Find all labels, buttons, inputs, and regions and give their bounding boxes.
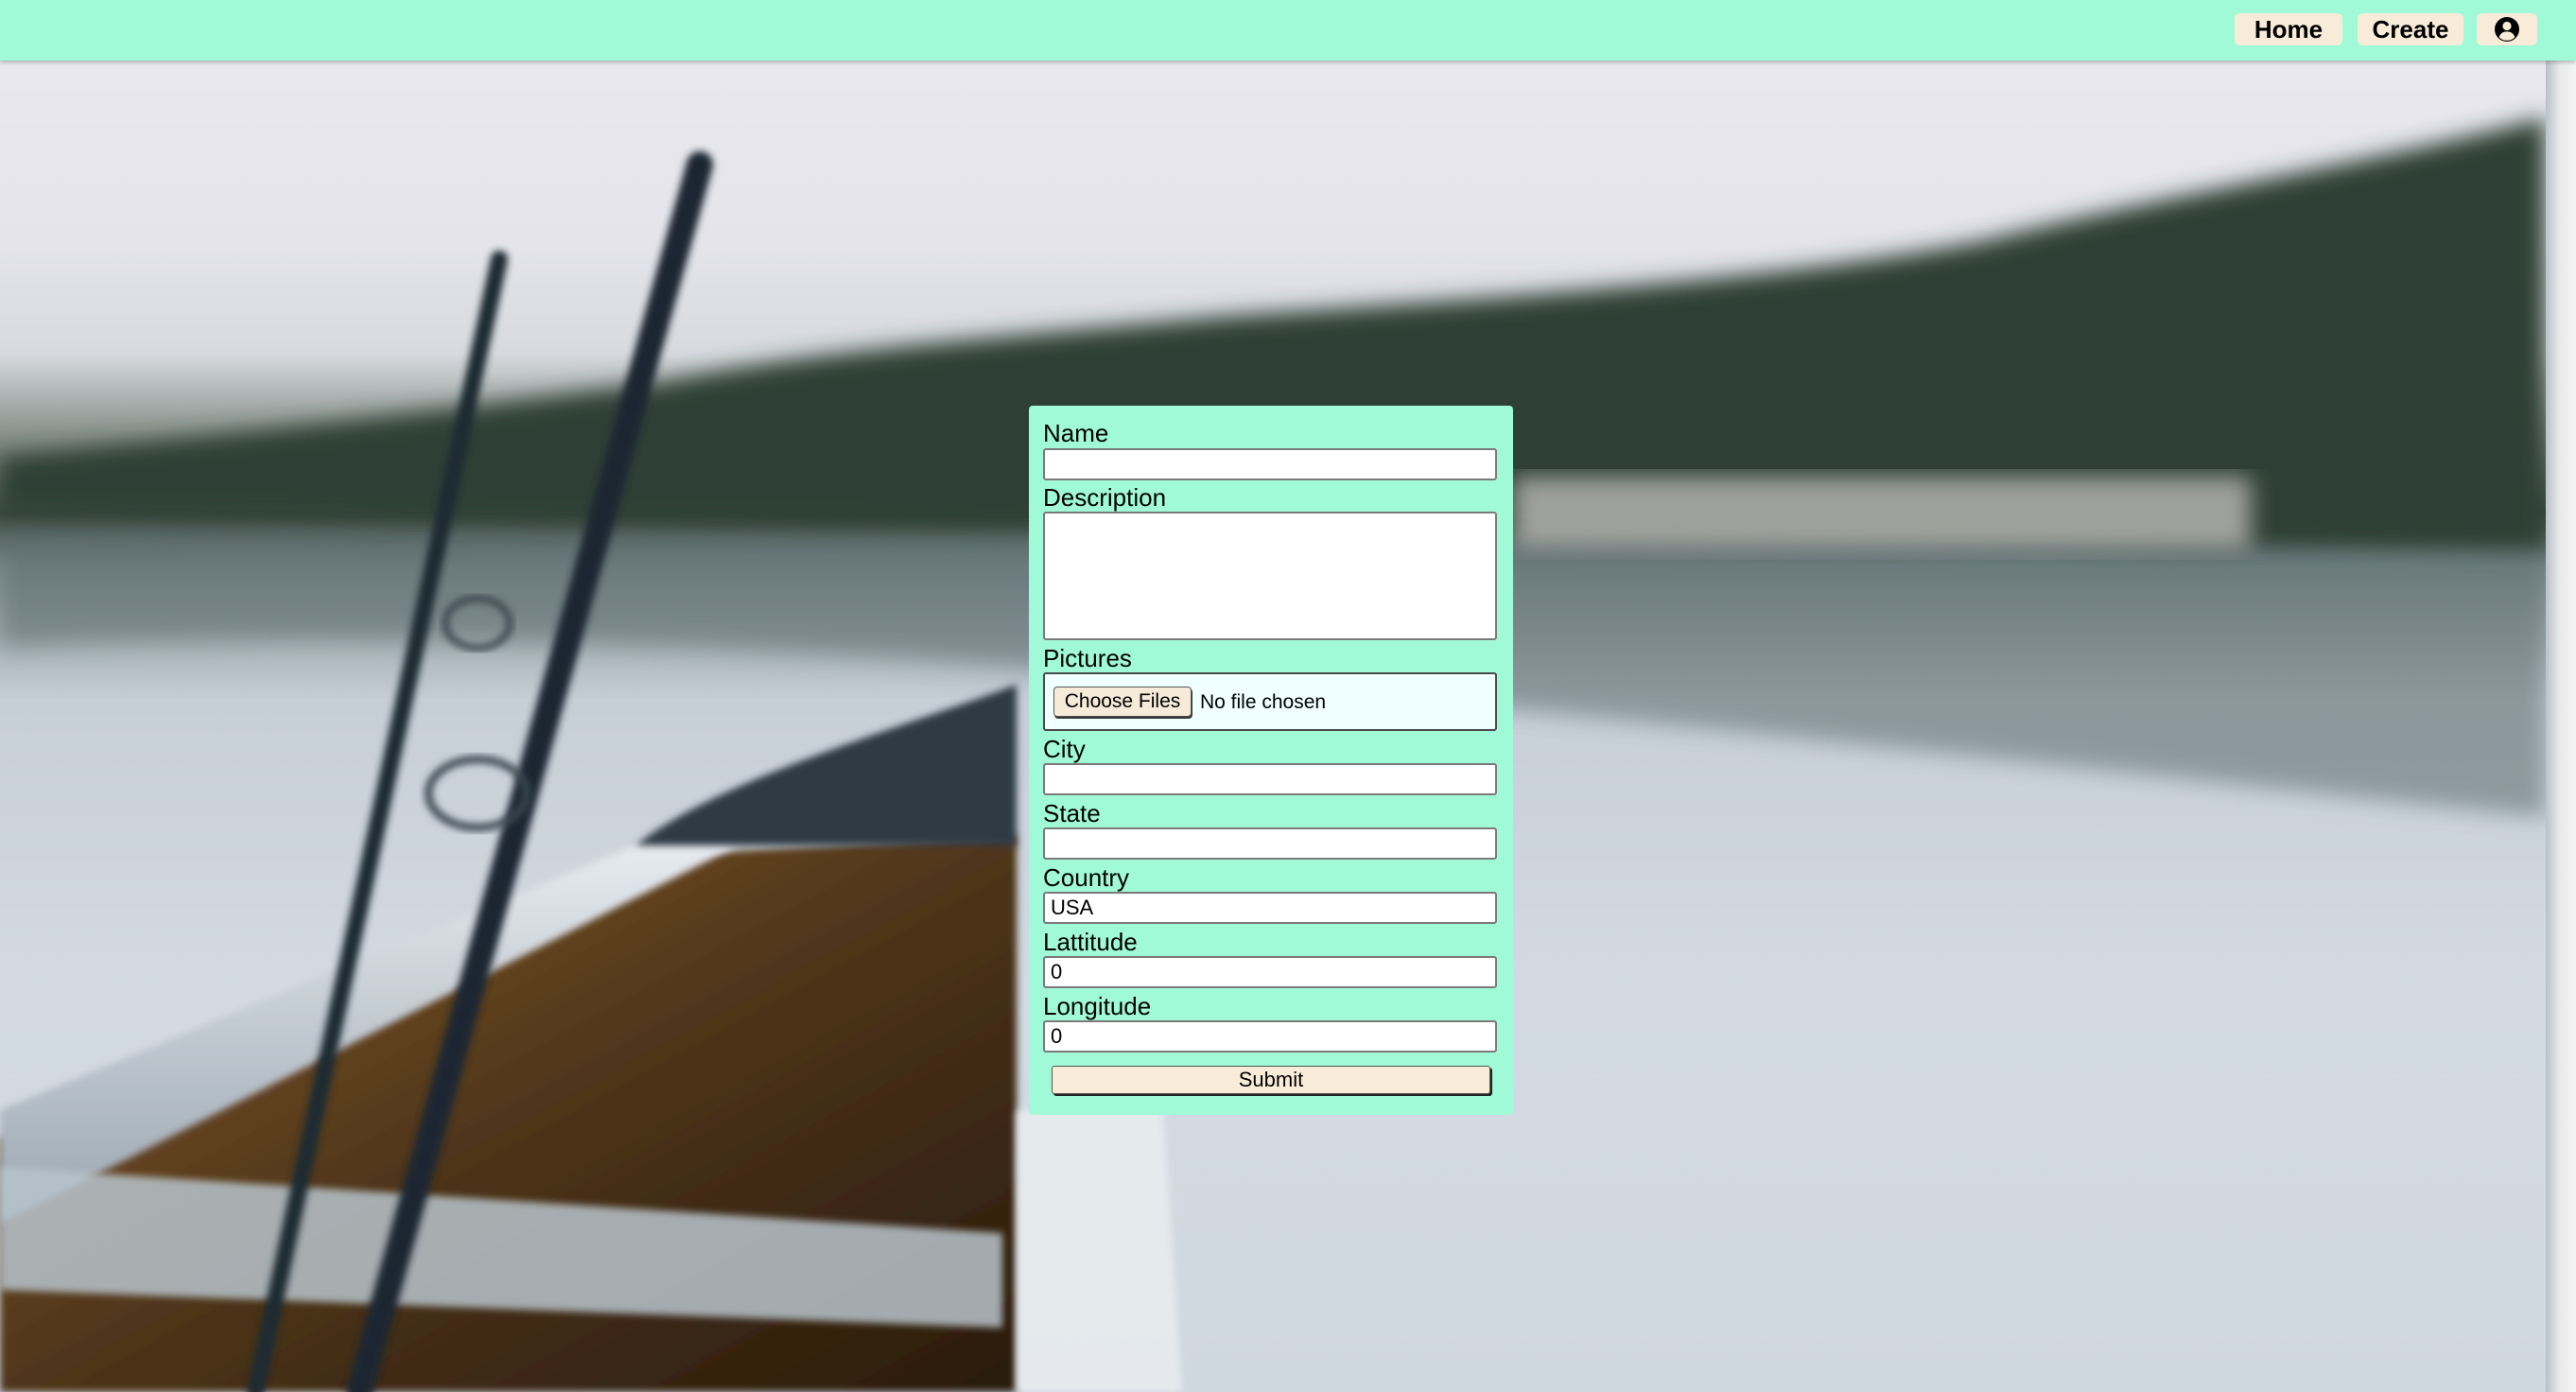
submit-button[interactable]: Submit bbox=[1052, 1066, 1490, 1094]
city-input[interactable] bbox=[1043, 763, 1497, 795]
create-button[interactable]: Create bbox=[2358, 13, 2463, 45]
top-navbar: Home Create bbox=[0, 0, 2576, 61]
country-input[interactable] bbox=[1043, 892, 1497, 924]
home-button[interactable]: Home bbox=[2235, 13, 2342, 45]
country-label: Country bbox=[1043, 863, 1130, 892]
description-label: Description bbox=[1043, 483, 1167, 512]
latitude-label: Lattitude bbox=[1043, 928, 1138, 956]
longitude-input[interactable] bbox=[1043, 1020, 1497, 1053]
choose-files-button[interactable]: Choose Files bbox=[1053, 687, 1192, 717]
state-label: State bbox=[1043, 799, 1101, 827]
pictures-label: Pictures bbox=[1043, 644, 1132, 672]
user-circle-icon bbox=[2495, 17, 2519, 42]
description-textarea[interactable] bbox=[1043, 512, 1497, 640]
create-spot-form: Name Description Pictures Choose Files N… bbox=[1029, 406, 1513, 1115]
state-input[interactable] bbox=[1043, 827, 1497, 860]
longitude-label: Longitude bbox=[1043, 992, 1152, 1020]
latitude-input[interactable] bbox=[1043, 956, 1497, 988]
name-label: Name bbox=[1043, 419, 1109, 447]
page-scrollbar-edge bbox=[2546, 61, 2576, 1392]
no-file-chosen-text: No file chosen bbox=[1200, 691, 1327, 713]
name-input[interactable] bbox=[1043, 448, 1497, 480]
city-label: City bbox=[1043, 735, 1086, 763]
profile-button[interactable] bbox=[2477, 13, 2537, 45]
pictures-file-input[interactable]: Choose Files No file chosen bbox=[1043, 672, 1497, 731]
